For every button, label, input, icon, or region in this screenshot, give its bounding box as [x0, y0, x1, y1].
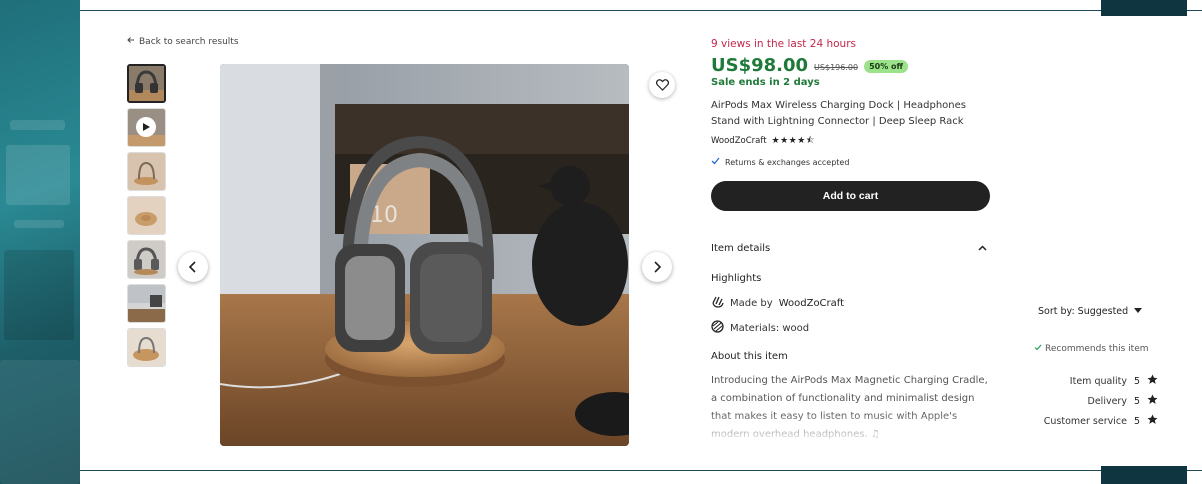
background-teal-panel: [0, 0, 80, 484]
views-notice: 9 views in the last 24 hours: [711, 38, 856, 50]
add-to-cart-button[interactable]: Add to cart: [711, 181, 990, 211]
thumbnail-4[interactable]: [127, 196, 166, 235]
highlights-title: Highlights: [711, 273, 762, 284]
check-icon: [711, 157, 720, 167]
seller-name-link[interactable]: WoodZoCraft: [711, 136, 767, 146]
thumbnail-5[interactable]: [127, 240, 166, 279]
star-icon: [1147, 374, 1158, 388]
original-price: US$196.00: [814, 62, 859, 72]
rating-label: Item quality: [1069, 375, 1127, 387]
thumbnail-3[interactable]: [127, 152, 166, 191]
rating-value: 5: [1133, 395, 1140, 407]
rating-label: Delivery: [1087, 395, 1127, 407]
star-icon: [1147, 414, 1158, 428]
star-icon: [1147, 394, 1158, 408]
background-decoration: [4, 250, 74, 340]
made-by-seller-link[interactable]: WoodZoCraft: [779, 298, 844, 309]
corner-block-bottom: [1101, 466, 1187, 484]
discount-badge: 50% off: [864, 60, 908, 73]
chevron-up-icon: [978, 243, 987, 254]
seller-rating-stars: ★★★★⯪: [771, 136, 815, 146]
thumbnail-7[interactable]: [127, 328, 166, 367]
materials-icon: [711, 320, 724, 336]
thumbnail-video[interactable]: [127, 108, 166, 147]
rating-customer-service: Customer service 5: [1044, 414, 1158, 428]
background-decoration: [10, 120, 65, 130]
chevron-right-icon: [652, 258, 662, 277]
listing-title: AirPods Max Wireless Charging Dock | Hea…: [711, 100, 966, 127]
rating-value: 5: [1133, 375, 1140, 387]
background-decoration: [14, 220, 64, 228]
about-title: About this item: [711, 351, 788, 362]
materials-row: Materials: wood: [711, 320, 809, 336]
rating-value: 5: [1133, 415, 1140, 427]
sale-ends-notice: Sale ends in 2 days: [711, 77, 820, 88]
materials-label: Materials: wood: [730, 322, 810, 334]
heart-icon: [655, 76, 669, 95]
next-image-button[interactable]: [642, 252, 672, 282]
rating-item-quality: Item quality 5: [1070, 374, 1158, 388]
sort-dropdown[interactable]: Sort by: Suggested: [1038, 306, 1143, 317]
background-decoration: [6, 145, 70, 205]
top-divider: [80, 10, 1202, 11]
background-decoration: [0, 360, 80, 484]
sale-price: US$98.00: [711, 55, 809, 76]
seller-row: WoodZoCraft ★★★★⯪: [711, 133, 815, 149]
thumbnail-1[interactable]: [127, 64, 166, 103]
rating-delivery: Delivery 5: [1088, 394, 1158, 408]
favorite-button[interactable]: [649, 72, 675, 98]
thumbnail-list: [127, 64, 166, 372]
check-icon: [1034, 344, 1042, 354]
description-fade: [711, 412, 991, 446]
recommends-label: Recommends this item: [1045, 344, 1149, 354]
chevron-left-icon: [188, 258, 198, 277]
thumbnail-6[interactable]: [127, 284, 166, 323]
item-details-title: Item details: [711, 243, 771, 254]
back-link-label: Back to search results: [139, 36, 239, 47]
returns-label: Returns & exchanges accepted: [725, 157, 850, 167]
sort-label: Sort by: Suggested: [1038, 306, 1129, 317]
made-by-row: Made by WoodZoCraft: [711, 295, 844, 311]
returns-policy: Returns & exchanges accepted: [711, 157, 849, 167]
caret-down-icon: [1134, 306, 1143, 317]
item-details-toggle[interactable]: Item details: [711, 243, 987, 254]
main-product-image: 10: [220, 64, 629, 446]
price-row: US$98.00 US$196.00 50% off: [711, 55, 908, 76]
arrow-left-icon: [127, 36, 135, 47]
previous-image-button[interactable]: [178, 252, 208, 282]
play-icon: [136, 117, 156, 137]
rating-label: Customer service: [1043, 415, 1127, 427]
back-to-search-link[interactable]: Back to search results: [127, 36, 239, 47]
bottom-divider: [80, 470, 1202, 471]
corner-block-top: [1101, 0, 1187, 16]
made-by-prefix: Made by: [730, 297, 773, 309]
hand-icon: [711, 295, 724, 311]
recommends-row: Recommends this item: [1034, 344, 1149, 354]
